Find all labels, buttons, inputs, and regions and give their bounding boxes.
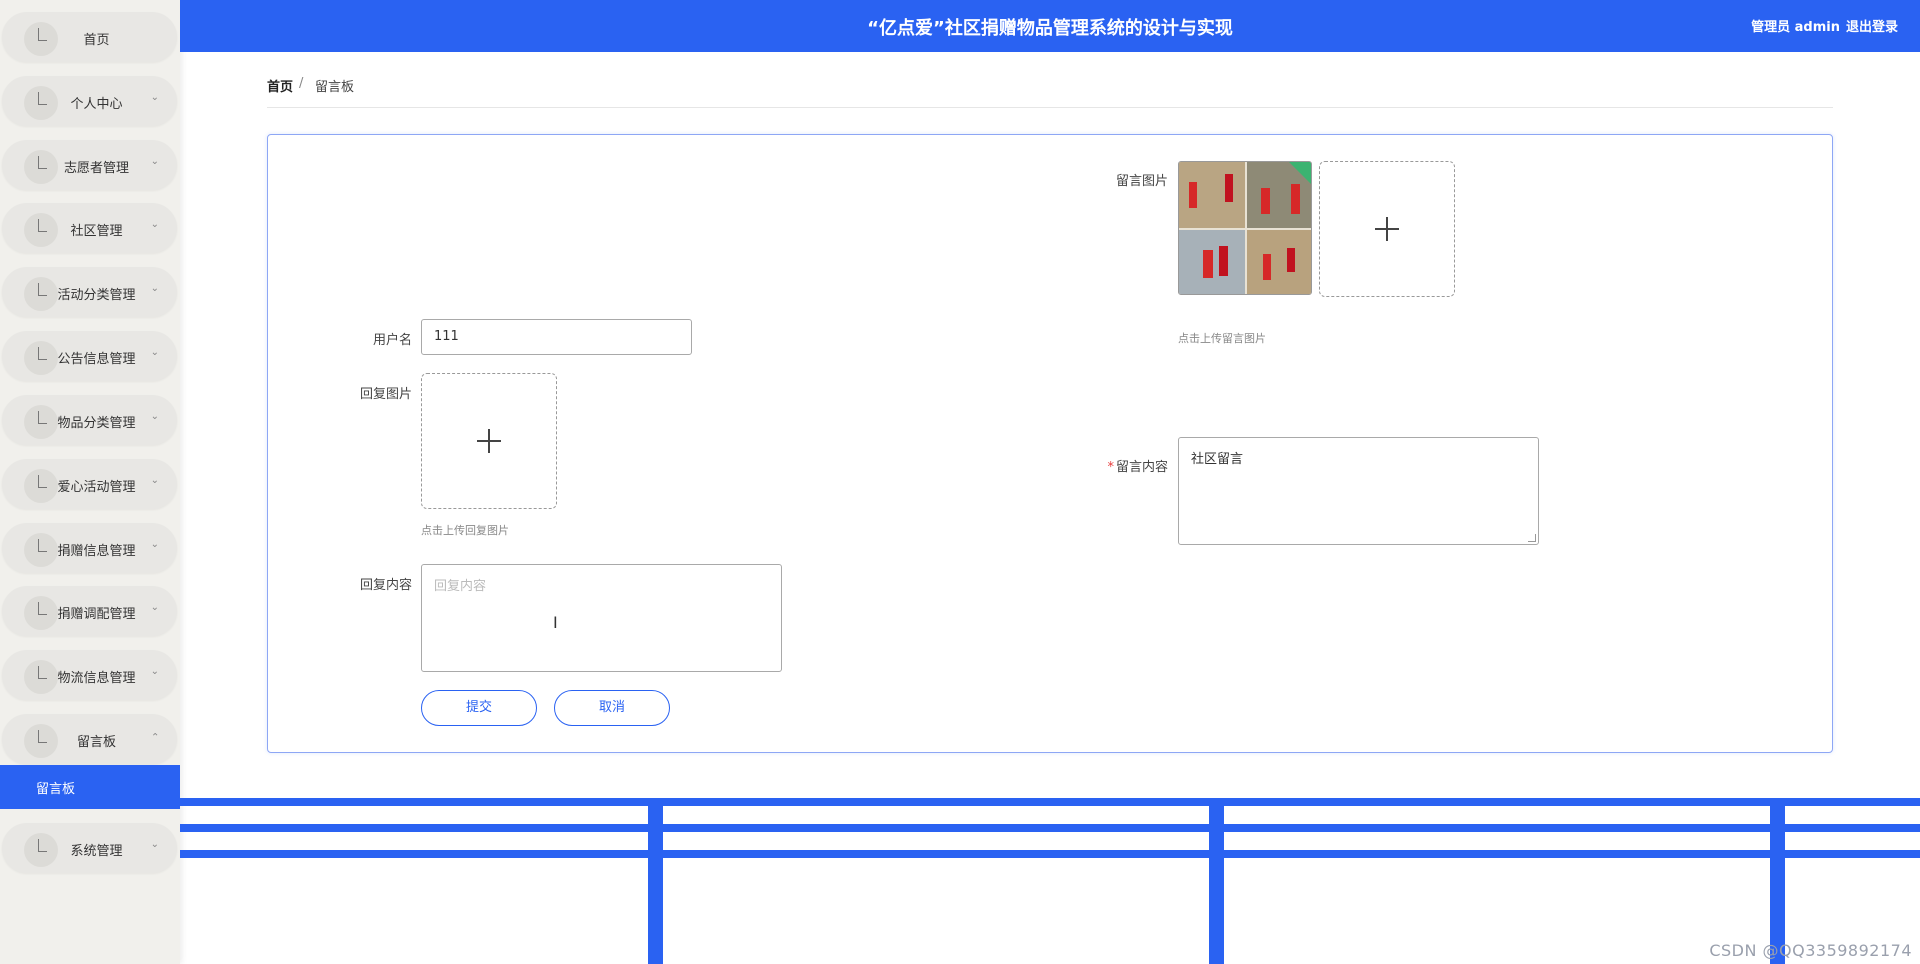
logout-link[interactable]: 退出登录 — [1846, 16, 1898, 35]
chevron-down-icon: ⌄ — [150, 666, 159, 677]
sidebar-item-personal-center[interactable]: 个人中心 ⌄ — [2, 76, 177, 126]
text-cursor-icon: I — [553, 613, 558, 632]
decor-bar — [648, 798, 663, 964]
chevron-up-icon: ⌄ — [150, 730, 159, 741]
sidebar-item-activity-category[interactable]: 活动分类管理 ⌄ — [2, 267, 177, 317]
message-image-upload[interactable] — [1319, 161, 1455, 297]
current-user: 管理员 admin — [1751, 20, 1840, 35]
decor-bar — [1770, 798, 1785, 964]
sidebar-item-system[interactable]: 系统管理 ⌄ — [2, 823, 177, 873]
sidebar-subitem-label: 留言板 — [36, 782, 76, 797]
message-image-label: 留言图片 — [1115, 174, 1168, 189]
chevron-down-icon: ⌄ — [150, 92, 159, 103]
chevron-down-icon: ⌄ — [150, 156, 159, 167]
breadcrumb: 首页 / 留言板 — [267, 76, 1833, 108]
sidebar: 首页 个人中心 ⌄ 志愿者管理 ⌄ 社区管理 ⌄ 活动分类管理 ⌄ 公告信息管理… — [0, 0, 180, 964]
sidebar-item-logistics[interactable]: 物流信息管理 ⌄ — [2, 650, 177, 700]
message-image-thumbnail[interactable] — [1178, 161, 1312, 295]
submit-button[interactable]: 提交 — [421, 690, 537, 726]
required-mark: * — [1107, 460, 1114, 475]
chevron-down-icon: ⌄ — [150, 219, 159, 230]
sidebar-item-volunteer[interactable]: 志愿者管理 ⌄ — [2, 140, 177, 190]
chevron-down-icon: ⌄ — [150, 539, 159, 550]
sidebar-item-message-board[interactable]: 留言板 ⌄ — [2, 714, 177, 764]
app-root: 首页 个人中心 ⌄ 志愿者管理 ⌄ 社区管理 ⌄ 活动分类管理 ⌄ 公告信息管理… — [0, 0, 1920, 964]
sidebar-item-label: 留言板 — [76, 735, 116, 750]
sidebar-item-charity-activity[interactable]: 爱心活动管理 ⌄ — [2, 459, 177, 509]
sidebar-item-label: 物品分类管理 — [57, 416, 136, 431]
chevron-down-icon: ⌄ — [150, 347, 159, 358]
plus-icon — [477, 429, 501, 453]
username-label: 用户名 — [372, 333, 412, 348]
sidebar-item-announcement[interactable]: 公告信息管理 ⌄ — [2, 331, 177, 381]
sidebar-item-community[interactable]: 社区管理 ⌄ — [2, 203, 177, 253]
sidebar-item-label: 志愿者管理 — [63, 161, 129, 176]
chevron-down-icon: ⌄ — [150, 411, 159, 422]
message-image-hint: 点击上传留言图片 — [1178, 332, 1266, 345]
top-header: “亿点爱”社区捐赠物品管理系统的设计与实现 管理员 admin 退出登录 — [180, 0, 1920, 52]
plus-icon — [1375, 217, 1399, 241]
cancel-button[interactable]: 取消 — [554, 690, 670, 726]
breadcrumb-current: 留言板 — [315, 80, 355, 95]
sidebar-item-home[interactable]: 首页 — [2, 12, 177, 62]
chevron-down-icon: ⌄ — [150, 602, 159, 613]
chevron-down-icon: ⌄ — [150, 839, 159, 850]
message-content-label: * 留言内容 — [1068, 456, 1168, 475]
sidebar-item-label: 公告信息管理 — [57, 352, 136, 367]
reply-image-label: 回复图片 — [359, 387, 412, 402]
sidebar-item-label: 爱心活动管理 — [57, 480, 136, 495]
reply-content-label: 回复内容 — [359, 578, 412, 593]
reply-content-textarea[interactable] — [421, 564, 782, 672]
decor-bar — [180, 850, 1920, 858]
reply-image-hint: 点击上传回复图片 — [421, 524, 509, 537]
sidebar-item-label: 系统管理 — [70, 844, 123, 859]
message-form-card: 用户名 111 回复图片 点击上传回复图片 回复内容 I 提交 取消 留言图片 — [267, 134, 1833, 753]
sidebar-item-item-category[interactable]: 物品分类管理 ⌄ — [2, 395, 177, 445]
sidebar-item-label: 社区管理 — [70, 224, 123, 239]
sidebar-item-label: 物流信息管理 — [57, 671, 136, 686]
sidebar-item-label: 个人中心 — [70, 97, 123, 112]
decor-bar — [1209, 798, 1224, 964]
breadcrumb-home[interactable]: 首页 — [267, 76, 293, 95]
message-content-textarea[interactable]: 社区留言 — [1178, 437, 1539, 545]
decor-bar — [180, 824, 1920, 832]
sidebar-item-donation-allocation[interactable]: 捐赠调配管理 ⌄ — [2, 586, 177, 636]
watermark: CSDN @QQ3359892174 — [1709, 941, 1912, 960]
reply-image-upload[interactable] — [421, 373, 557, 509]
sidebar-item-label: 捐赠调配管理 — [57, 607, 136, 622]
sidebar-subitem-message-board[interactable]: 留言板 — [0, 765, 180, 809]
chevron-down-icon: ⌄ — [150, 475, 159, 486]
sidebar-item-label: 捐赠信息管理 — [57, 544, 136, 559]
decor-bar — [180, 798, 1920, 806]
chevron-down-icon: ⌄ — [150, 283, 159, 294]
message-content-value: 社区留言 — [1191, 452, 1244, 467]
resize-handle[interactable] — [1528, 534, 1536, 542]
sidebar-item-label: 活动分类管理 — [57, 288, 136, 303]
breadcrumb-separator: / — [299, 76, 304, 91]
page-title: “亿点爱”社区捐赠物品管理系统的设计与实现 — [867, 18, 1233, 39]
sidebar-item-donation-info[interactable]: 捐赠信息管理 ⌄ — [2, 523, 177, 573]
username-field[interactable]: 111 — [421, 319, 692, 355]
sidebar-item-label: 首页 — [83, 33, 110, 48]
message-content-label-text: 留言内容 — [1115, 460, 1168, 475]
